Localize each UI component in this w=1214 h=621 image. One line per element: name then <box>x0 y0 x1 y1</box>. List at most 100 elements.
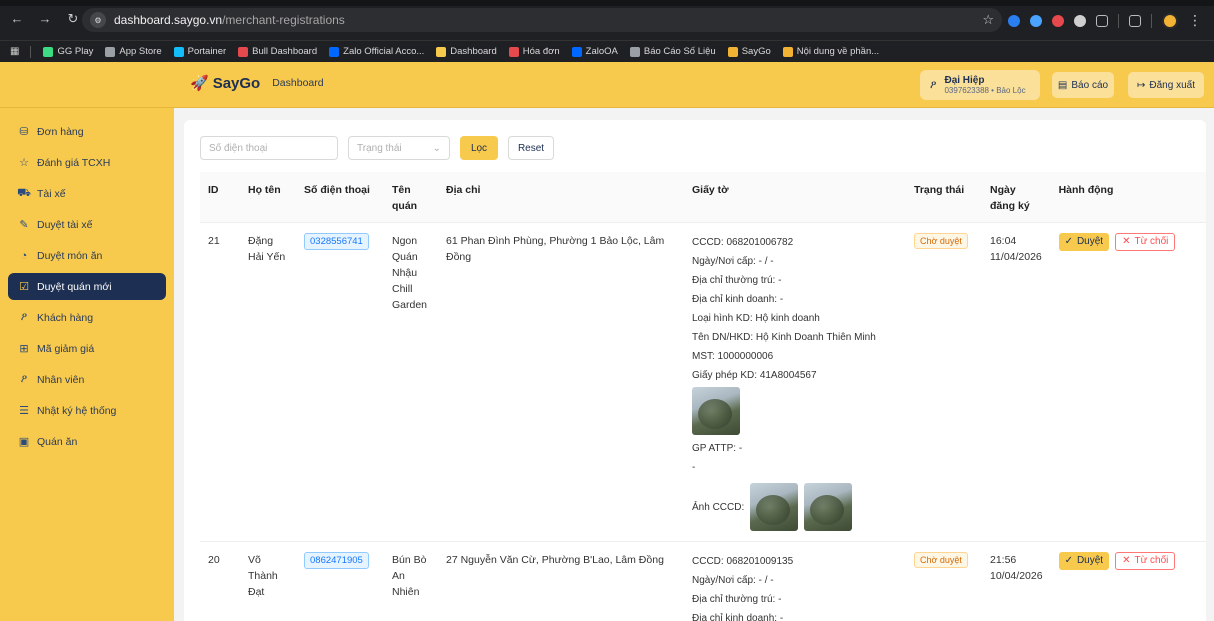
bookmark-favicon-icon <box>782 46 793 57</box>
bookmark-item[interactable]: App Store <box>105 46 162 57</box>
bookmark-item[interactable]: Hóa đơn <box>508 46 560 57</box>
reject-button[interactable]: ✕ Từ chối <box>1115 552 1176 570</box>
apps-grid-icon[interactable]: ▦ <box>10 46 20 57</box>
check-icon: ✓ <box>1064 236 1073 247</box>
sidebar-item[interactable]: ⛁ Đơn hàng <box>8 118 166 145</box>
status-placeholder: Trạng thái <box>357 142 402 154</box>
extensions-puzzle-icon[interactable] <box>1096 14 1108 27</box>
cell-shop: Bún Bò An Nhiên <box>384 541 438 621</box>
doc-business-address: Địa chỉ kinh doanh: - <box>692 613 784 621</box>
reject-button[interactable]: ✕ Từ chối <box>1115 233 1176 251</box>
approve-button[interactable]: ✓ Duyệt <box>1058 233 1110 251</box>
toolbar-divider <box>1118 13 1119 28</box>
sidebar-item[interactable]: ⛟ Tài xế <box>8 180 166 207</box>
back-icon[interactable]: ← <box>10 11 24 27</box>
reload-icon[interactable]: ↻ <box>66 11 80 27</box>
sidebar-item[interactable]: ☰ Nhật ký hệ thống <box>8 397 166 424</box>
cccd-images: Ảnh CCCD: <box>692 483 898 531</box>
bookmark-label: App Store <box>119 46 162 57</box>
table-row: 20 Võ Thành Đạt 0862471905 Bún Bò An Nhi… <box>200 541 1206 621</box>
sidebar-item[interactable]: ✎ Duyệt tài xế <box>8 211 166 238</box>
doc-business-type: Loại hình KD: Hộ kinh doanh <box>692 313 820 324</box>
sidebar-item[interactable]: ⊞ Mã giảm giá <box>8 335 166 362</box>
col-address: Địa chỉ <box>438 172 684 223</box>
bookmark-item[interactable]: Nội dung về phần... <box>782 46 880 57</box>
bookmark-favicon-icon <box>436 46 447 57</box>
app-header: 🚀 SayGo Dashboard ዖ Đại Hiệp 0397623388 … <box>174 62 1214 108</box>
bookmark-item[interactable]: SayGo <box>727 46 771 57</box>
phone-tag[interactable]: 0862471905 <box>304 552 369 569</box>
bookmark-favicon-icon <box>508 46 519 57</box>
tab-strip <box>0 0 1214 6</box>
logout-button[interactable]: ↦ Đăng xuất <box>1128 72 1204 98</box>
cccd-front-image[interactable] <box>750 483 799 531</box>
site-settings-icon[interactable]: ⚙ <box>90 12 106 28</box>
cell-documents: CCCD: 068201006782 Ngày/Nơi cấp: - / - Đ… <box>684 222 906 542</box>
bookmark-item[interactable]: GG Play <box>43 46 93 57</box>
cell-status: Chờ duyệt <box>906 541 982 621</box>
bookmark-label: GG Play <box>57 46 94 57</box>
sidebar-item-label: Duyệt món ăn <box>37 249 103 262</box>
bookmark-label: Nội dung về phần... <box>796 46 880 57</box>
reset-button[interactable]: Reset <box>508 136 554 160</box>
sidebar-item-label: Nhân viên <box>37 373 85 386</box>
camera-icon[interactable] <box>1074 14 1086 27</box>
sidebar-item[interactable]: ☑ Duyệt quán mới <box>8 273 166 300</box>
bookmark-label: ZaloOA <box>585 46 618 57</box>
bookmark-item[interactable]: Bull Dashboard <box>238 46 317 57</box>
status-select[interactable]: Trạng thái ⌄ <box>348 136 450 160</box>
sidebar-item-label: Đánh giá TCXH <box>37 156 111 169</box>
sidebar-menu: ⛁ Đơn hàng ☆ Đánh giá TCXH ⛟ Tài xế ✎ Duyệt tài… <box>0 108 174 455</box>
doc-company-name: Tên DN/HKD: Hộ Kinh Doanh Thiên Minh <box>692 332 876 343</box>
bookmark-item[interactable]: ZaloOA <box>571 46 618 57</box>
address-bar[interactable]: ⚙ dashboard.saygo.vn/merchant-registrati… <box>82 8 1002 32</box>
side-panel-icon[interactable] <box>1129 14 1141 27</box>
bookmark-item[interactable]: Portainer <box>173 46 226 57</box>
brand-logo[interactable]: 🚀 SayGo Dashboard <box>190 74 324 93</box>
cell-actions: ✓ Duyệt ✕ Từ chối <box>1050 222 1206 542</box>
registrations-card: Số điện thoại Trạng thái ⌄ Lọc Reset ID … <box>184 120 1206 621</box>
bookmarks-bar: ▦ GG Play App Store Portainer Bull Dashboar… <box>0 40 1214 62</box>
user-icon: ዖ <box>20 373 28 385</box>
approve-button[interactable]: ✓ Duyệt <box>1058 552 1110 570</box>
sidebar-item[interactable]: ዖ Khách hàng <box>8 304 166 331</box>
sidebar-item-label: Khách hàng <box>37 311 94 324</box>
cccd-back-image[interactable] <box>804 483 853 531</box>
forward-icon[interactable]: → <box>38 11 52 27</box>
col-status: Trạng thái <box>906 172 982 223</box>
bookmarks-divider <box>30 45 32 58</box>
user-profile[interactable]: ዖ Đại Hiệp 0397623388 • Bảo Lộc <box>920 70 1040 100</box>
sidebar-item-label: Quán ăn <box>37 435 78 448</box>
date-day: 10/04/2026 <box>990 570 1043 582</box>
sidebar-item[interactable]: ◔ Duyệt món ăn <box>8 242 166 269</box>
extension-icon[interactable] <box>1030 14 1042 27</box>
date-time: 16:04 <box>990 235 1017 247</box>
cell-address: 27 Nguyễn Văn Cừ, Phường B'Lao, Lâm Đồng <box>438 541 684 621</box>
bookmark-item[interactable]: Báo Cáo Số Liệu <box>629 46 716 57</box>
profile-avatar[interactable] <box>1162 12 1178 29</box>
bookmark-label: Báo Cáo Số Liệu <box>643 46 716 57</box>
filter-button[interactable]: Lọc <box>460 136 498 160</box>
doc-business-address: Địa chỉ kinh doanh: - <box>692 294 784 305</box>
close-icon: ✕ <box>1122 236 1131 247</box>
phone-search-input[interactable]: Số điện thoại <box>200 136 338 160</box>
extension-icon[interactable] <box>1008 14 1020 27</box>
sidebar-item[interactable]: ዖ Nhân viên <box>8 366 166 393</box>
sidebar-item-label: Duyệt quán mới <box>37 280 112 293</box>
report-button[interactable]: ▤ Báo cáo <box>1052 72 1114 98</box>
report-icon: ▤ <box>1057 79 1068 91</box>
cell-date: 21:56 10/04/2026 <box>982 541 1051 621</box>
table-row: 21 Đặng Hải Yến 0328556741 Ngon Quán Nhậ… <box>200 222 1206 542</box>
bookmark-item[interactable]: Dashboard <box>436 46 497 57</box>
bookmark-star-icon[interactable]: ☆ <box>982 12 994 28</box>
sidebar-item[interactable]: ☆ Đánh giá TCXH <box>8 149 166 176</box>
adblock-icon[interactable] <box>1052 14 1064 27</box>
more-menu-icon[interactable]: ⋮ <box>1188 12 1202 29</box>
doc-issue: Ngày/Nơi cấp: - / - <box>692 575 774 586</box>
bookmark-item[interactable]: Zalo Official Acco... <box>329 46 424 57</box>
phone-tag[interactable]: 0328556741 <box>304 233 369 250</box>
sidebar-item[interactable]: ▣ Quán ăn <box>8 428 166 455</box>
license-image[interactable] <box>692 387 740 435</box>
bookmark-favicon-icon <box>727 46 738 57</box>
chevron-down-icon: ⌄ <box>432 142 441 154</box>
